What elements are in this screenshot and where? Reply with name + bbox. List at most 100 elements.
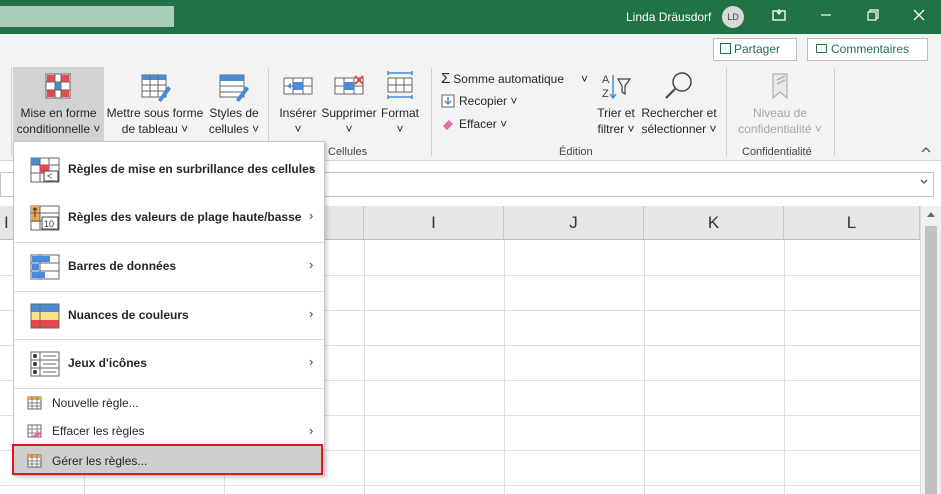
autosum-dropdown[interactable]: ˅ bbox=[581, 72, 588, 86]
cell-styles-label-1: Styles de bbox=[209, 106, 259, 120]
chevron-right-icon: › bbox=[309, 354, 314, 369]
sort-filter-label-1: Trier et bbox=[597, 106, 635, 120]
sort-filter-label-2: filtrer ˅ bbox=[597, 122, 635, 136]
autosum-button[interactable]: Σ Somme automatique bbox=[441, 70, 564, 87]
menu-item-clear-rules[interactable]: Effacer les règles › bbox=[14, 418, 324, 444]
conditional-formatting-label-2: conditionnelle ˅ bbox=[16, 122, 101, 136]
format-as-table-button[interactable]: Mettre sous forme de tableau ˅ bbox=[105, 67, 205, 141]
data-bars-icon bbox=[30, 254, 60, 280]
menu-item-label: Barres de données bbox=[68, 259, 177, 273]
close-button[interactable] bbox=[911, 8, 927, 24]
vertical-scrollbar[interactable] bbox=[920, 206, 941, 494]
ribbon-options-icon bbox=[772, 9, 786, 21]
restore-button[interactable] bbox=[865, 8, 881, 24]
icon-sets-icon bbox=[30, 351, 60, 377]
close-icon bbox=[913, 9, 925, 21]
menu-item-label: Effacer les règles bbox=[52, 424, 145, 438]
highlight-annotation bbox=[12, 444, 323, 475]
format-as-table-label-1: Mettre sous forme bbox=[106, 106, 204, 120]
conditional-formatting-button[interactable]: Mise en forme conditionnelle ˅ bbox=[13, 67, 104, 141]
cell-styles-button[interactable]: Styles de cellules ˅ bbox=[205, 67, 263, 141]
sensitivity-label-2: confidentialité ˅ bbox=[738, 122, 822, 136]
insert-label: Insérer bbox=[279, 106, 317, 120]
find-select-label-1: Rechercher et bbox=[641, 106, 717, 120]
ribbon-display-options-button[interactable] bbox=[771, 8, 787, 24]
grid-line bbox=[784, 240, 785, 494]
grid-line bbox=[364, 240, 365, 494]
format-as-table-icon bbox=[141, 74, 171, 102]
menu-item-data-bars[interactable]: Barres de données › bbox=[14, 243, 324, 291]
conditional-formatting-label-1: Mise en forme bbox=[20, 106, 97, 120]
delete-arrow: ˅ bbox=[345, 122, 353, 136]
conditional-formatting-icon bbox=[45, 73, 71, 99]
collapse-ribbon-button[interactable] bbox=[920, 144, 932, 156]
column-header-label: J bbox=[569, 213, 578, 232]
menu-item-new-rule[interactable]: Nouvelle règle... bbox=[14, 390, 324, 416]
conditional-formatting-menu: < Règles de mise en surbrillance des cel… bbox=[13, 141, 325, 476]
minimize-button[interactable] bbox=[818, 8, 834, 24]
column-header-l[interactable]: L bbox=[784, 206, 920, 240]
column-header-i[interactable]: I bbox=[364, 206, 504, 240]
format-cells-icon bbox=[387, 71, 413, 99]
avatar[interactable]: LD bbox=[722, 6, 744, 28]
svg-text:10: 10 bbox=[44, 219, 54, 229]
chevron-right-icon: › bbox=[309, 306, 314, 321]
menu-item-label: Jeux d'icônes bbox=[68, 356, 147, 370]
chevron-right-icon: › bbox=[309, 257, 314, 272]
share-icon bbox=[720, 43, 731, 54]
chevron-up-icon bbox=[921, 147, 931, 153]
format-as-table-label-2: de tableau ˅ bbox=[121, 122, 189, 136]
fill-label: Recopier ˅ bbox=[459, 94, 518, 108]
column-header-label: K bbox=[707, 213, 720, 232]
sigma-icon: Σ bbox=[441, 70, 451, 87]
chevron-right-icon: › bbox=[309, 160, 314, 175]
format-arrow: ˅ bbox=[396, 122, 404, 136]
format-label: Format bbox=[380, 106, 419, 120]
delete-label: Supprimer bbox=[321, 106, 377, 120]
menu-item-top-bottom-rules[interactable]: 10 Règles des valeurs de plage haute/bas… bbox=[14, 194, 324, 242]
ribbon-separator bbox=[834, 68, 835, 156]
scrollbar-thumb[interactable] bbox=[925, 226, 937, 494]
delete-button[interactable]: Supprimer ˅ bbox=[320, 67, 378, 141]
sensitivity-button[interactable]: Niveau de confidentialité ˅ bbox=[733, 67, 827, 141]
menu-item-icon-sets[interactable]: Jeux d'icônes › bbox=[14, 340, 324, 388]
grid-line bbox=[644, 240, 645, 494]
title-search-box[interactable] bbox=[0, 6, 174, 27]
clear-rules-icon bbox=[27, 424, 42, 438]
insert-arrow: ˅ bbox=[294, 122, 302, 136]
svg-text:<: < bbox=[47, 171, 52, 181]
column-header-label: I bbox=[431, 213, 436, 232]
ribbon-separator bbox=[11, 68, 12, 156]
user-name[interactable]: Linda Dräusdorf bbox=[626, 10, 711, 24]
restore-icon bbox=[867, 9, 879, 21]
sort-filter-icon: A Z bbox=[602, 74, 632, 100]
insert-button[interactable]: Insérer ˅ bbox=[276, 67, 320, 141]
format-button[interactable]: Format ˅ bbox=[378, 67, 422, 141]
insert-cells-icon bbox=[283, 77, 313, 95]
clear-button[interactable]: Effacer ˅ bbox=[441, 117, 507, 131]
editing-group-label: Édition bbox=[559, 146, 593, 158]
find-select-button[interactable]: Rechercher et sélectionner ˅ bbox=[639, 67, 719, 141]
grid-line bbox=[0, 485, 920, 486]
menu-item-highlight-cells-rules[interactable]: < Règles de mise en surbrillance des cel… bbox=[14, 146, 324, 194]
cells-group-label: Cellules bbox=[328, 146, 368, 158]
sensitivity-label-icon bbox=[772, 73, 788, 100]
new-rule-icon bbox=[27, 396, 42, 410]
cell-styles-label-2: cellules ˅ bbox=[208, 122, 260, 136]
menu-item-label: Nuances de couleurs bbox=[68, 308, 189, 322]
expand-formula-bar-icon[interactable] bbox=[919, 177, 929, 187]
title-bar: Linda Dräusdorf LD bbox=[0, 0, 941, 34]
column-header-k[interactable]: K bbox=[644, 206, 784, 240]
fill-button[interactable]: Recopier ˅ bbox=[441, 94, 517, 108]
svg-text:Z: Z bbox=[602, 88, 609, 100]
comments-label: Commentaires bbox=[831, 42, 910, 56]
comments-button[interactable]: Commentaires bbox=[807, 38, 928, 61]
menu-item-color-scales[interactable]: Nuances de couleurs › bbox=[14, 292, 324, 340]
share-button[interactable]: Partager bbox=[713, 38, 797, 61]
highlight-rules-icon: < bbox=[30, 157, 60, 183]
scroll-up-icon[interactable] bbox=[926, 210, 936, 218]
chevron-right-icon: › bbox=[309, 423, 314, 438]
sort-filter-button[interactable]: A Z Trier et filtrer ˅ bbox=[594, 67, 638, 141]
column-header-j[interactable]: J bbox=[504, 206, 644, 240]
column-header-label: I bbox=[4, 213, 9, 232]
